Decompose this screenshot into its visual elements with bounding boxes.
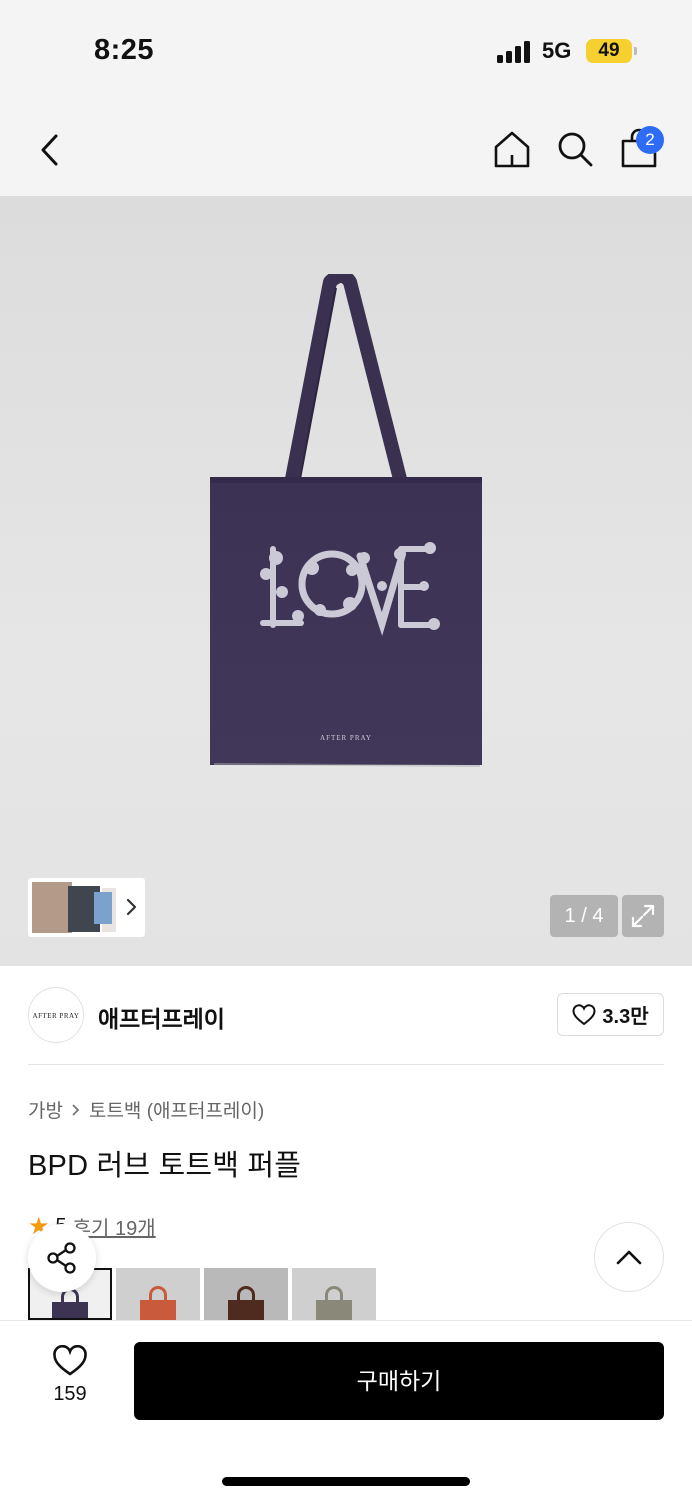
breadcrumb: 가방 토트백 (애프터프레이) [28, 1096, 264, 1123]
expand-button[interactable] [622, 895, 664, 937]
chevron-right-icon [126, 898, 137, 916]
image-page-counter: 1 / 4 [550, 895, 618, 937]
breadcrumb-item[interactable]: 가방 [28, 1096, 63, 1123]
product-title: BPD 러브 토트백 퍼플 [28, 1150, 302, 1182]
chevron-right-icon [72, 1103, 80, 1116]
top-nav-bar [0, 100, 692, 196]
chevron-up-icon [616, 1250, 642, 1265]
bag-label: AFTER PRAY [320, 734, 372, 742]
brand-name[interactable]: 애프터프레이 [98, 1000, 225, 1034]
product-image-gallery[interactable]: AFTER PRAY 1 / 4 [0, 196, 692, 966]
brand-like-count: 3.3만 [602, 1006, 649, 1028]
bottom-action-bar: 159 구매하기 [0, 1320, 692, 1500]
cart-count-badge: 2 [636, 126, 664, 154]
signal-icon [497, 41, 530, 63]
brand-like-button[interactable]: 3.3만 [557, 993, 664, 1036]
chevron-left-icon [41, 134, 58, 166]
share-button[interactable] [28, 1224, 96, 1292]
thumbnail-4 [94, 892, 112, 924]
swatch-bag [316, 1300, 352, 1320]
color-option-brown[interactable] [204, 1268, 288, 1320]
color-option-orange[interactable] [116, 1268, 200, 1320]
swatch-bag [228, 1300, 264, 1320]
thumbnail-1 [32, 882, 72, 933]
home-button[interactable] [490, 126, 534, 172]
buy-button[interactable]: 구매하기 [134, 1342, 664, 1420]
status-time: 8:25 [94, 34, 155, 66]
wishlist-count: 159 [53, 1383, 87, 1405]
heart-icon [53, 1345, 87, 1376]
share-icon [47, 1242, 76, 1274]
home-icon [494, 131, 530, 168]
home-indicator [222, 1477, 470, 1486]
brand-logo[interactable]: AFTER PRAY [28, 987, 84, 1043]
search-button[interactable] [553, 126, 597, 172]
swatch-bag [140, 1300, 176, 1320]
battery-icon: 49 [586, 39, 632, 63]
back-button[interactable] [28, 128, 72, 172]
scroll-top-button[interactable] [594, 1222, 664, 1292]
breadcrumb-item[interactable]: 토트백 (애프터프레이) [89, 1096, 264, 1123]
product-image: AFTER PRAY [210, 274, 482, 767]
network-label: 5G [542, 38, 572, 63]
color-option-khaki[interactable] [292, 1268, 376, 1320]
divider [28, 1064, 664, 1065]
expand-icon [631, 904, 655, 928]
heart-icon [572, 1003, 596, 1025]
color-thumbnail-strip[interactable] [28, 878, 145, 937]
status-bar: 8:25 5G 49 [0, 0, 692, 100]
battery-tip [634, 47, 637, 55]
wishlist-button[interactable]: 159 [40, 1345, 100, 1411]
search-icon [558, 132, 593, 167]
swatch-bag [52, 1302, 88, 1318]
